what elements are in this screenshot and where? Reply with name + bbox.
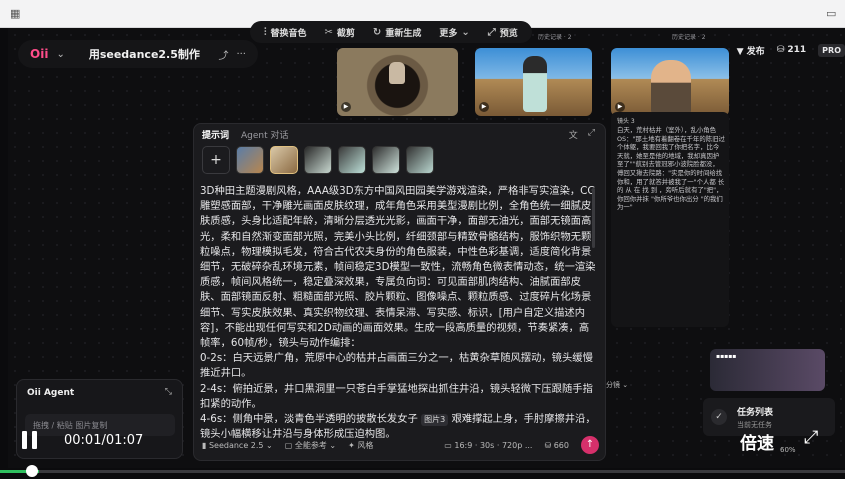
video-player-controls: 00:01/01:07 60% 倍速 ⤢	[0, 417, 845, 479]
trim-button[interactable]: ✂ 截剪	[325, 26, 355, 39]
project-bar: Oii ⌄ 用seedance2.5制作 ⤴ ···	[18, 40, 258, 68]
reference-image[interactable]	[236, 146, 264, 174]
grid-icon[interactable]: ▦	[10, 8, 22, 20]
pause-bar	[32, 431, 37, 449]
tab-agent[interactable]: Agent 对话	[241, 128, 289, 141]
prompt-paragraph: 0-2s：白天远景广角，荒原中心的枯井占画面三分之一，枯黄杂草随风摆动，镜头缓慢…	[200, 352, 593, 380]
farmer-figure	[651, 60, 691, 116]
shot-description: 白天，荒村枯井（室外），乱小角色OS："那土地有着翻卷在千年的陈旧过个体躯，我要…	[617, 126, 725, 212]
regenerate-button[interactable]: ↻ 重新生成	[373, 26, 421, 39]
publish-button[interactable]: ▼ 发布	[737, 44, 765, 57]
hand-figure	[389, 62, 405, 84]
tab-prompt[interactable]: 提示词	[202, 128, 229, 141]
prompt-paragraph: 2-4s：俯拍近景，井口黑洞里一只苍白手掌猛地探出抓住井沿，镜头轻微下压跟随手指…	[200, 382, 593, 410]
waveform-icon: ⫶	[264, 26, 267, 38]
shot-card[interactable]: 镜头 3 白天，荒村枯井（室外），乱小角色OS："那土地有着翻卷在千年的陈旧过个…	[611, 112, 729, 327]
more-icon[interactable]: ···	[236, 49, 246, 60]
plan-badge: PRO	[818, 43, 845, 57]
progress-track[interactable]	[0, 470, 845, 473]
expand-icon: ⤢	[487, 26, 496, 38]
prompt-textarea[interactable]: 3D种田主题漫剧风格，AAA级3D东方中国风田园美学游戏渲染，严格非写实渲染，C…	[200, 184, 598, 442]
prompt-paragraph: 3D种田主题漫剧风格，AAA级3D东方中国风田园美学游戏渲染，严格非写实渲染，C…	[200, 185, 596, 350]
chevron-down-icon: ⌄	[461, 26, 470, 38]
zoom-level: 60%	[780, 446, 796, 454]
fullscreen-icon[interactable]: ⤢	[804, 427, 818, 448]
play-icon[interactable]: ▶	[615, 102, 625, 112]
agent-title: Oii Agent	[27, 388, 75, 398]
play-icon[interactable]: ▶	[479, 102, 489, 112]
refresh-icon: ↻	[372, 26, 382, 38]
header-right: ▼ 发布 ⛁ 211 PRO	[737, 40, 845, 60]
add-reference-button[interactable]: +	[202, 146, 230, 174]
credits-badge[interactable]: ⛁ 211	[777, 45, 806, 55]
expand-icon[interactable]: ⤢	[588, 128, 595, 141]
reference-list: +	[202, 146, 434, 174]
reference-image[interactable]	[270, 146, 298, 174]
scissors-icon: ✂	[324, 26, 333, 38]
history-caption[interactable]: 历史记录 · 2	[538, 32, 572, 41]
reference-image[interactable]	[372, 146, 400, 174]
pause-bar	[22, 431, 27, 449]
storyboard-dropdown[interactable]: 分镜 ⌄	[606, 380, 628, 390]
play-icon[interactable]: ▶	[341, 102, 351, 112]
history-caption[interactable]: 历史记录 · 2	[672, 32, 706, 41]
folder-icon[interactable]: ▭	[826, 8, 838, 20]
video-toolbar: ⫶ 替换音色 ✂ 截剪 ↻ 重新生成 更多 ⌄ ⤢ 预览	[250, 21, 532, 43]
reference-image[interactable]	[406, 146, 434, 174]
playback-time: 00:01/01:07	[64, 433, 144, 448]
reference-image[interactable]	[338, 146, 366, 174]
shot-thumbnail-1[interactable]: ▶	[337, 48, 458, 116]
prompt-panel: 提示词 Agent 对话 文 ⤢ + 3D种田主题漫剧风格，AAA级3D东方中国…	[193, 123, 606, 461]
replace-voice-button[interactable]: ⫶ 替换音色	[264, 26, 307, 39]
chevron-down-icon[interactable]: ⌄	[56, 49, 64, 60]
shot-thumbnail-3[interactable]: ▶	[611, 48, 729, 116]
media-card[interactable]: ▪▪▪▪▪	[710, 349, 825, 391]
shot-thumbnail-2[interactable]: ▶	[475, 48, 592, 116]
filter-icon: ▼	[736, 46, 747, 57]
project-title: 用seedance2.5制作	[88, 48, 200, 61]
app-logo[interactable]: Oii	[30, 47, 48, 61]
more-button[interactable]: 更多 ⌄	[439, 26, 469, 39]
pause-button[interactable]	[22, 431, 37, 449]
progress-handle[interactable]	[26, 465, 38, 477]
reference-image[interactable]	[304, 146, 332, 174]
share-icon[interactable]: ⤴	[218, 47, 228, 62]
scrollbar[interactable]	[592, 188, 595, 248]
shot-label: 镜头 3	[617, 118, 635, 125]
expand-icon[interactable]: ⤡	[165, 387, 172, 397]
speed-button[interactable]: 倍速	[740, 429, 774, 454]
translate-icon[interactable]: 文	[569, 128, 578, 141]
ghost-figure	[523, 56, 547, 112]
preview-button[interactable]: ⤢ 预览	[488, 26, 518, 39]
